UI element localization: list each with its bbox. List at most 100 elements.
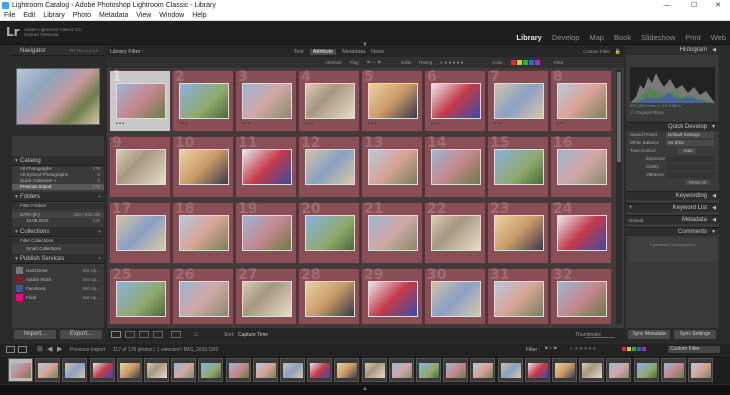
thumbnail-image[interactable] xyxy=(431,281,481,317)
filmstrip-source[interactable]: Previous Import xyxy=(70,347,105,353)
bottom-panel-toggle[interactable]: ▲ xyxy=(0,385,730,395)
publish-header[interactable]: ▼ Publish Services + xyxy=(12,254,104,264)
grid-cell[interactable]: 22 xyxy=(424,201,486,264)
thumbnail-image[interactable] xyxy=(368,215,418,251)
keyword-add-icon[interactable]: + xyxy=(629,204,633,213)
grid-icon[interactable]: ⊞ xyxy=(37,345,43,353)
grid-cell[interactable]: 9 xyxy=(109,135,171,198)
attr-kind[interactable]: Kind xyxy=(554,60,563,65)
thumbnail-image[interactable] xyxy=(557,83,607,119)
attr-flag[interactable]: Flag xyxy=(350,60,359,65)
flag-icons[interactable]: ⚑ ⚐ ⚑ xyxy=(367,60,382,66)
filter-tab-metadata[interactable]: Metadata xyxy=(342,49,365,55)
thumbnail-image[interactable] xyxy=(305,281,355,317)
thumbnail-image[interactable] xyxy=(305,149,355,185)
catalog-header[interactable]: ▼ Catalog xyxy=(12,156,104,166)
comments-header[interactable]: Comments ▼ xyxy=(626,227,719,236)
thumbnail-image[interactable] xyxy=(557,281,607,317)
navigator-header[interactable]: Navigator FIT FILL 1:1 3:1 xyxy=(12,46,104,56)
people-view-icon[interactable] xyxy=(171,331,181,338)
attr-edits[interactable]: Edits xyxy=(401,60,411,65)
rating-stars[interactable]: ≥ ★★★★★ xyxy=(440,60,464,66)
grid-cell[interactable]: 12 xyxy=(298,135,360,198)
thumbnail-image[interactable] xyxy=(368,281,418,317)
exposure-buttons[interactable] xyxy=(666,156,714,162)
grid-cell[interactable]: 1 • • • xyxy=(109,70,171,132)
thumbnail-image[interactable] xyxy=(557,149,607,185)
filmstrip-thumb[interactable] xyxy=(62,358,88,382)
menu-photo[interactable]: Photo xyxy=(69,12,95,19)
filmstrip-thumb[interactable] xyxy=(497,358,523,382)
grid-cell[interactable]: 8 • • • xyxy=(550,70,612,132)
publish-item[interactable]: Adobe Stock Set Up... xyxy=(12,275,104,284)
filmstrip-thumb[interactable] xyxy=(198,358,224,382)
grid-cell[interactable]: 6 • • • xyxy=(424,70,486,132)
filmstrip-flag-icons[interactable]: ⚑⚐⚑ xyxy=(544,346,557,352)
filmstrip-color-labels[interactable] xyxy=(622,347,646,351)
publish-item[interactable]: Flickr Set Up... xyxy=(12,293,104,302)
left-edge[interactable] xyxy=(0,46,12,344)
loupe-view-icon[interactable] xyxy=(125,331,135,338)
menu-edit[interactable]: Edit xyxy=(19,12,39,19)
filmstrip-thumb[interactable] xyxy=(443,358,469,382)
filmstrip-thumb[interactable] xyxy=(416,358,441,382)
grid-cell[interactable]: 23 xyxy=(487,201,549,264)
grid-cell[interactable]: 7 • • • xyxy=(487,70,549,132)
second-window-icon[interactable] xyxy=(6,346,15,353)
filmstrip-thumb[interactable] xyxy=(470,358,496,382)
filmstrip-thumb[interactable] xyxy=(660,358,686,382)
import-button[interactable]: Import... xyxy=(14,330,56,339)
thumbnail-image[interactable] xyxy=(368,83,418,119)
grid-cell[interactable]: 15 xyxy=(487,135,549,198)
reset-all-button[interactable]: Reset All xyxy=(684,180,711,185)
survey-view-icon[interactable] xyxy=(153,331,163,338)
filmstrip-thumb[interactable] xyxy=(361,358,387,382)
filter-tab-none[interactable]: None xyxy=(371,49,384,55)
minimize-icon[interactable]: — xyxy=(655,0,679,11)
module-develop[interactable]: Develop xyxy=(552,33,580,42)
quick-develop-header[interactable]: Quick Develop ▼ xyxy=(626,122,719,131)
filmstrip-rating[interactable]: ≥ ★★★★★ xyxy=(570,346,597,352)
clarity-buttons[interactable] xyxy=(666,164,714,170)
grid-cell[interactable]: 32 xyxy=(550,267,612,324)
right-edge[interactable] xyxy=(719,46,730,344)
module-slideshow[interactable]: Slideshow xyxy=(641,33,675,42)
smart-collections[interactable]: Smart Collections xyxy=(12,246,104,252)
module-web[interactable]: Web xyxy=(711,33,726,42)
close-icon[interactable]: ✕ xyxy=(706,0,730,11)
filmstrip-thumb[interactable] xyxy=(144,358,169,382)
menu-library[interactable]: Library xyxy=(39,12,68,19)
grid-cell[interactable]: 13 xyxy=(361,135,423,198)
tone-auto-button[interactable]: Auto xyxy=(678,148,696,154)
export-button[interactable]: Export... xyxy=(60,330,102,339)
grid-cell[interactable]: 30 xyxy=(424,267,486,324)
filmstrip-thumb[interactable] xyxy=(89,358,115,382)
grid-cell[interactable]: 16 xyxy=(550,135,612,198)
module-print[interactable]: Print xyxy=(685,33,700,42)
menu-file[interactable]: File xyxy=(0,12,19,19)
filmstrip-filter-select[interactable]: Custom Filter xyxy=(668,346,720,353)
rating-dots-icon[interactable]: • • • xyxy=(116,121,124,127)
thumbnail-image[interactable] xyxy=(242,281,292,317)
thumbnail-image[interactable] xyxy=(494,281,544,317)
rating-dots-icon[interactable]: • • • xyxy=(431,121,439,127)
grid-cell[interactable]: 25 xyxy=(109,267,171,324)
publish-setup[interactable]: Set Up... xyxy=(82,275,100,284)
filmstrip-thumb[interactable] xyxy=(633,358,659,382)
module-book[interactable]: Book xyxy=(614,33,631,42)
rating-dots-icon[interactable]: • • • xyxy=(494,121,502,127)
filmstrip-thumb[interactable] xyxy=(252,358,278,382)
grid-cell[interactable]: 20 xyxy=(298,201,360,264)
grid-cell[interactable]: 11 xyxy=(235,135,297,198)
rating-dots-icon[interactable]: • • • xyxy=(242,121,250,127)
filmstrip-thumb[interactable] xyxy=(524,358,550,382)
filter-tab-attribute[interactable]: Attribute xyxy=(309,48,337,55)
thumbnail-image[interactable] xyxy=(242,83,292,119)
thumbnail-image[interactable] xyxy=(305,215,355,251)
thumbnail-size-slider[interactable] xyxy=(585,337,615,338)
back-arrow-icon[interactable]: ◀ xyxy=(47,345,52,353)
folders-add-icon[interactable]: + xyxy=(98,194,101,200)
navigator-zoom[interactable]: FIT FILL 1:1 3:1 xyxy=(70,48,98,53)
forward-arrow-icon[interactable]: ▶ xyxy=(57,345,62,353)
grid-cell[interactable]: 24 xyxy=(550,201,612,264)
